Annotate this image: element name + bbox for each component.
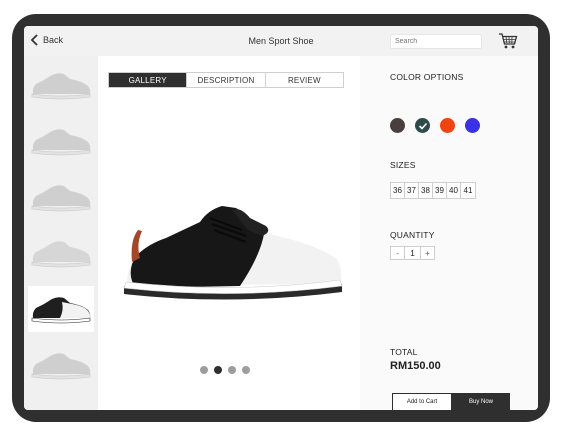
shoe-thumbnail-icon [31, 297, 91, 324]
size-option-36[interactable]: 36 [391, 183, 405, 198]
thumbnail-2[interactable] [28, 118, 94, 164]
product-gallery: GALLERY DESCRIPTION REVIEW [98, 56, 360, 410]
carousel-dot[interactable] [228, 366, 236, 374]
tab-review[interactable]: REVIEW [266, 73, 343, 87]
carousel-dot[interactable] [214, 366, 222, 374]
product-options-panel: COLOR OPTIONS SIZES 36 37 38 39 40 41 QUANTIT… [374, 56, 538, 410]
size-selector: 36 37 38 39 40 41 [390, 182, 476, 199]
cart-icon[interactable] [498, 31, 518, 51]
app-screen: Back Men Sport Shoe GALLERYDESCRIPTIONRE… [24, 26, 538, 410]
size-option-40[interactable]: 40 [447, 183, 461, 198]
thumbnail-4[interactable] [28, 230, 94, 276]
quantity-value[interactable]: 1 [404, 247, 421, 259]
color-swatches [390, 118, 480, 133]
carousel-dot[interactable] [242, 366, 250, 374]
shoe-thumbnail-icon [31, 73, 91, 100]
shoe-thumbnail-icon [31, 353, 91, 380]
shoe-thumbnail-icon [31, 129, 91, 156]
thumbnail-1[interactable] [28, 62, 94, 108]
checkmark-icon [418, 122, 427, 130]
quantity-decrease-button[interactable]: - [391, 247, 404, 259]
total-price: RM150.00 [390, 360, 441, 372]
product-shoe-image [123, 206, 343, 300]
shoe-thumbnail-icon [31, 185, 91, 212]
thumbnail-strip [24, 56, 98, 410]
thumbnail-3[interactable] [28, 174, 94, 220]
thumbnail-5[interactable] [28, 286, 94, 332]
top-bar: Back Men Sport Shoe [24, 26, 538, 56]
size-option-41[interactable]: 41 [461, 183, 475, 198]
color-swatch[interactable] [440, 118, 455, 133]
quantity-increase-button[interactable]: + [421, 247, 434, 259]
buy-now-button[interactable]: Buy Now [452, 393, 510, 410]
sizes-label: SIZES [390, 160, 416, 170]
size-option-38[interactable]: 38 [419, 183, 433, 198]
total-label: TOTAL [390, 347, 418, 357]
quantity-label: QUANTITY [390, 230, 435, 240]
add-to-cart-button[interactable]: Add to Cart [392, 393, 452, 410]
size-option-37[interactable]: 37 [405, 183, 419, 198]
shoe-thumbnail-icon [31, 241, 91, 268]
purchase-buttons: Add to Cart Buy Now [392, 393, 510, 410]
carousel-dot[interactable] [200, 366, 208, 374]
tab-description[interactable]: DESCRIPTION [187, 73, 266, 87]
color-swatch[interactable] [390, 118, 405, 133]
quantity-stepper: - 1 + [390, 246, 435, 260]
carousel-dots [200, 366, 250, 374]
tab-gallery[interactable]: GALLERY [109, 73, 188, 87]
product-tabs: GALLERY DESCRIPTION REVIEW [108, 72, 344, 88]
color-options-label: COLOR OPTIONS [390, 72, 464, 82]
color-swatch[interactable] [465, 118, 480, 133]
search-input[interactable] [390, 34, 482, 49]
color-swatch[interactable] [415, 118, 430, 133]
size-option-39[interactable]: 39 [433, 183, 447, 198]
thumbnail-6[interactable] [28, 342, 94, 388]
